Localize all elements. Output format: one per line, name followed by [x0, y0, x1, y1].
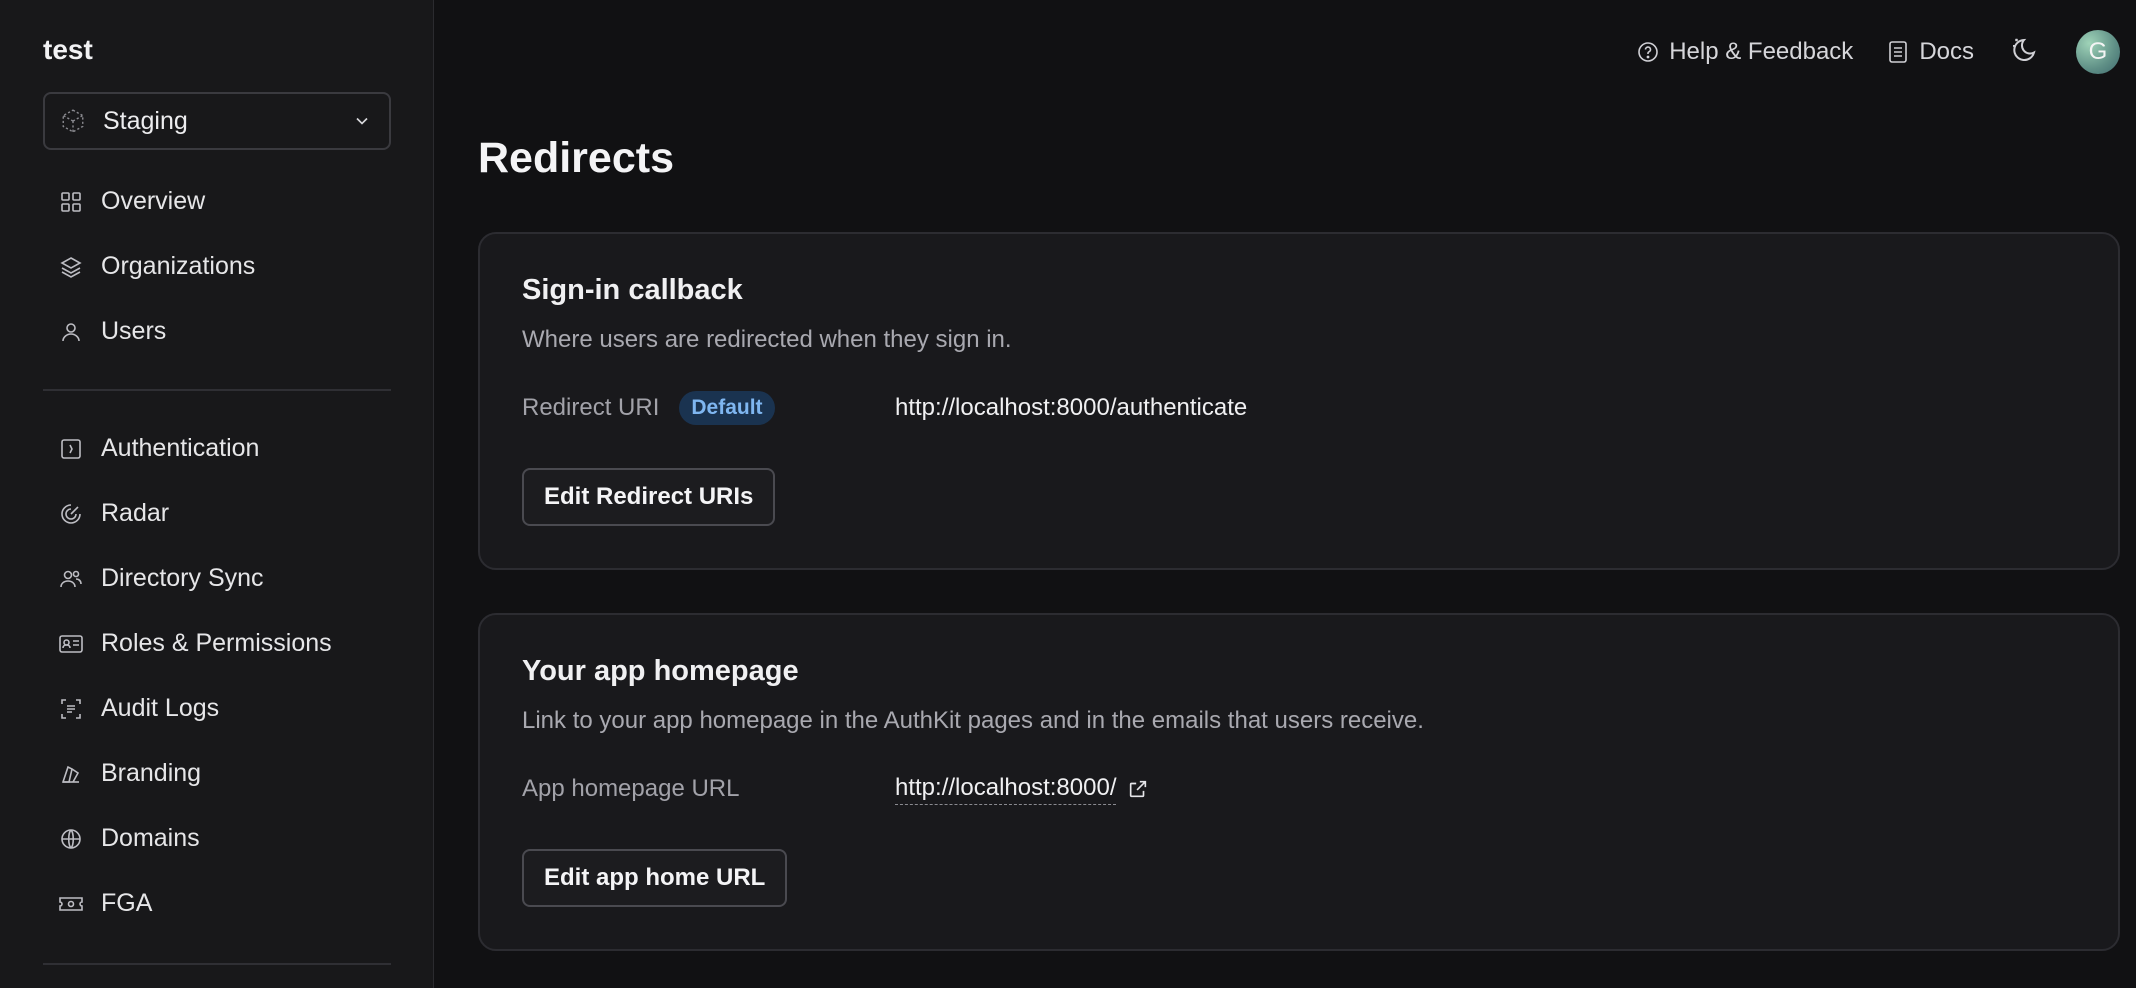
sidebar-item-label: Branding — [101, 759, 202, 787]
sidebar-item-directory-sync[interactable]: Directory Sync — [43, 546, 391, 611]
docs-label: Docs — [1919, 38, 1974, 65]
card-description: Where users are redirected when they sig… — [522, 326, 1012, 353]
ticket-icon — [57, 890, 85, 918]
auth-icon — [57, 435, 85, 463]
homepage-url-row: App homepage URL http://localhost:8000/ — [522, 771, 2062, 807]
help-feedback-link[interactable]: Help & Feedback — [1635, 38, 1853, 66]
main-content: Help & Feedback Docs G Redirects Sign-in… — [434, 0, 2136, 988]
branding-icon — [57, 760, 85, 788]
field-label: Redirect URI — [522, 394, 660, 421]
moon-stars-icon — [2009, 35, 2039, 70]
topbar: Help & Feedback Docs G — [1635, 30, 2120, 74]
card-title: Sign-in callback — [522, 274, 743, 306]
nav-divider — [43, 963, 391, 965]
cube-icon — [59, 107, 87, 135]
chevron-down-icon — [351, 110, 373, 132]
sidebar-item-users[interactable]: Users — [43, 299, 391, 364]
theme-toggle-button[interactable] — [2006, 34, 2042, 70]
sidebar-item-label: FGA — [101, 889, 153, 917]
sidebar-item-label: Organizations — [101, 252, 256, 280]
environment-label: Staging — [103, 106, 188, 135]
primary-nav: Overview Organizations Users — [43, 169, 391, 364]
sidebar-item-label: Audit Logs — [101, 694, 220, 722]
homepage-url-link[interactable]: http://localhost:8000/ — [895, 774, 1150, 805]
id-card-icon — [57, 630, 85, 658]
sidebar-item-organizations[interactable]: Organizations — [43, 234, 391, 299]
homepage-url-value: http://localhost:8000/ — [895, 774, 1117, 805]
app-homepage-card: Your app homepage Link to your app homep… — [478, 613, 2120, 951]
secondary-nav: Authentication Radar Directory Sync Role… — [43, 416, 391, 936]
signin-callback-card: Sign-in callback Where users are redirec… — [478, 232, 2120, 570]
redirect-uri-row: Redirect URI Default http://localhost:80… — [522, 390, 2062, 426]
layers-icon — [57, 253, 85, 281]
sidebar-item-roles-permissions[interactable]: Roles & Permissions — [43, 611, 391, 676]
environment-select[interactable]: Staging — [43, 92, 391, 150]
help-circle-icon — [1635, 39, 1661, 65]
radar-icon — [57, 500, 85, 528]
card-title: Your app homepage — [522, 655, 799, 687]
app-root: test Staging Overview Organizations User… — [0, 0, 2136, 988]
user-icon — [57, 318, 85, 346]
sidebar-item-audit-logs[interactable]: Audit Logs — [43, 676, 391, 741]
sidebar-item-label: Directory Sync — [101, 564, 264, 592]
globe-icon — [57, 825, 85, 853]
edit-redirect-uris-button[interactable]: Edit Redirect URIs — [522, 468, 776, 526]
sidebar-item-label: Radar — [101, 499, 170, 527]
docs-link[interactable]: Docs — [1885, 38, 1974, 66]
sidebar-item-label: Roles & Permissions — [101, 629, 332, 657]
sidebar: test Staging Overview Organizations User… — [0, 0, 434, 988]
default-badge: Default — [679, 391, 775, 425]
nav-divider — [43, 389, 391, 391]
avatar[interactable]: G — [2076, 30, 2120, 74]
sidebar-item-label: Users — [101, 317, 167, 345]
sidebar-item-label: Overview — [101, 187, 206, 215]
audit-logs-icon — [57, 695, 85, 723]
org-name: test — [43, 34, 93, 65]
sidebar-item-label: Domains — [101, 824, 200, 852]
external-link-icon — [1126, 777, 1150, 801]
edit-app-home-url-button[interactable]: Edit app home URL — [522, 849, 788, 907]
document-icon — [1885, 39, 1911, 65]
redirect-uri-value: http://localhost:8000/authenticate — [895, 394, 1248, 421]
field-label: App homepage URL — [522, 775, 740, 802]
directory-sync-icon — [57, 565, 85, 593]
page-title: Redirects — [478, 134, 674, 182]
help-feedback-label: Help & Feedback — [1669, 38, 1854, 65]
sidebar-item-branding[interactable]: Branding — [43, 741, 391, 806]
sidebar-item-authentication[interactable]: Authentication — [43, 416, 391, 481]
sidebar-item-overview[interactable]: Overview — [43, 169, 391, 234]
sidebar-item-domains[interactable]: Domains — [43, 806, 391, 871]
grid-icon — [57, 188, 85, 216]
card-description: Link to your app homepage in the AuthKit… — [522, 707, 1424, 734]
sidebar-item-label: Authentication — [101, 434, 260, 462]
sidebar-item-radar[interactable]: Radar — [43, 481, 391, 546]
sidebar-item-fga[interactable]: FGA — [43, 871, 391, 936]
